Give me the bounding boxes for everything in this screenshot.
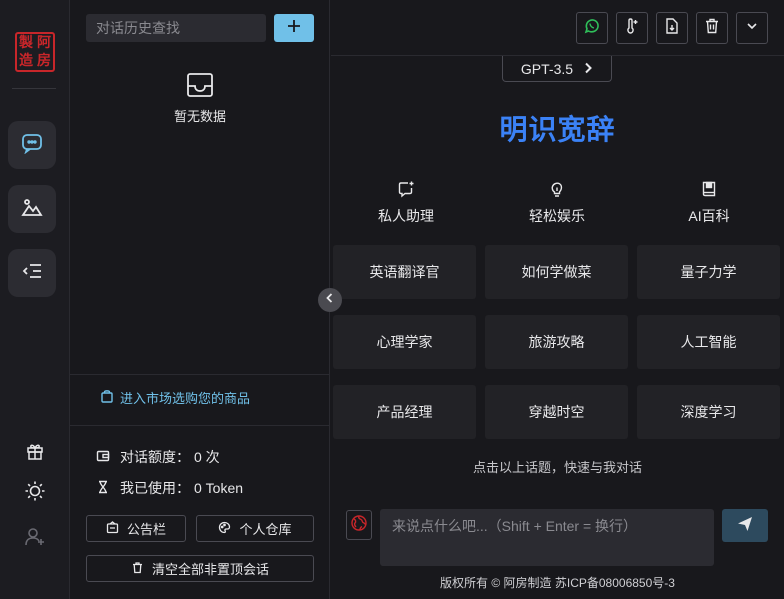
topic-card[interactable]: 英语翻译官 — [333, 245, 476, 299]
history-sidebar: 暂无数据 进入市场选购您的商品 对话额度：0 次 我已使用：0 Token — [70, 0, 330, 599]
send-button[interactable] — [722, 509, 768, 542]
category-label: AI百科 — [688, 208, 730, 224]
hourglass-icon — [96, 480, 110, 497]
clear-sessions-button[interactable]: 清空全部非置顶会话 — [86, 555, 314, 582]
nav-chat-button[interactable] — [8, 121, 56, 169]
brand-title: 明识宽辞 — [499, 114, 616, 145]
left-rail: 製 阿 造 房 — [0, 0, 70, 599]
export-button[interactable] — [656, 12, 688, 44]
usage-row: 我已使用： 0 Token — [96, 478, 243, 498]
trash-icon — [131, 561, 144, 577]
empty-text: 暂无数据 — [173, 109, 226, 124]
logo-char: 造 — [19, 53, 33, 69]
category-assistant[interactable]: 私人助理 — [331, 178, 481, 226]
divider — [70, 425, 330, 426]
used-label: 我已使用： — [120, 480, 190, 496]
chat-main: GPT-3.5 明识宽辞 私人助理 轻松娱乐 AI百科 英语翻译官 如何学做菜 … — [331, 0, 784, 599]
logo-char: 製 — [19, 35, 33, 51]
sparkle-chat-icon — [331, 178, 481, 200]
nav-image-button[interactable] — [8, 185, 56, 233]
notice-board-button[interactable]: 公告栏 — [86, 515, 186, 542]
personal-warehouse-button[interactable]: 个人仓库 — [196, 515, 314, 542]
gift-button[interactable] — [22, 440, 48, 466]
palette-icon — [218, 521, 231, 537]
topic-card[interactable]: 量子力学 — [637, 245, 780, 299]
lightbulb-icon — [482, 178, 632, 200]
category-label: 轻松娱乐 — [529, 208, 585, 224]
category-entertainment[interactable]: 轻松娱乐 — [482, 178, 632, 226]
clear-sessions-label: 清空全部非置顶会话 — [151, 562, 269, 577]
trash-icon — [703, 17, 721, 39]
plus-icon — [286, 18, 302, 38]
nav-list-button[interactable] — [8, 249, 56, 297]
temperature-button[interactable] — [616, 12, 648, 44]
quota-value: 0 次 — [194, 449, 220, 465]
market-link[interactable]: 进入市场选购您的商品 — [100, 388, 250, 407]
login-button[interactable] — [22, 526, 48, 552]
theme-toggle-button[interactable] — [22, 480, 48, 506]
history-search-input[interactable] — [86, 14, 266, 42]
whatsapp-button[interactable] — [576, 12, 608, 44]
quota-row: 对话额度： 0 次 — [96, 447, 220, 467]
chevron-right-icon — [583, 61, 593, 77]
gift-icon — [25, 441, 45, 465]
chat-input[interactable] — [380, 509, 714, 566]
market-link-label: 进入市场选购您的商品 — [120, 391, 251, 406]
chevron-left-icon — [324, 292, 336, 308]
logo-char: 房 — [37, 53, 51, 69]
sun-icon — [24, 480, 46, 506]
delete-button[interactable] — [696, 12, 728, 44]
wallet-icon — [96, 449, 110, 466]
model-selector[interactable]: GPT-3.5 — [502, 56, 612, 82]
divider — [70, 374, 330, 375]
chevron-down-icon — [745, 19, 759, 37]
more-menu-button[interactable] — [736, 12, 768, 44]
topic-card[interactable]: 旅游攻略 — [485, 315, 628, 369]
chat-bubble-icon — [21, 132, 43, 158]
globe-icon — [350, 514, 368, 536]
category-encyclopedia[interactable]: AI百科 — [634, 178, 784, 226]
file-export-icon — [663, 17, 681, 39]
send-icon — [737, 516, 753, 536]
copyright-footer: 版权所有 © 阿房制造 苏ICP备08006850号-3 — [440, 576, 675, 590]
shopping-bag-icon — [100, 389, 114, 406]
empty-state: 暂无数据 — [70, 72, 330, 125]
logo: 製 阿 造 房 — [15, 32, 55, 72]
book-icon — [634, 178, 784, 200]
topic-card[interactable]: 穿越时空 — [485, 385, 628, 439]
topic-card[interactable]: 心理学家 — [333, 315, 476, 369]
image-mountain-icon — [21, 196, 43, 222]
inbox-icon — [186, 73, 214, 102]
topic-hint: 点击以上话题，快速与我对话 — [472, 460, 642, 475]
collapse-sidebar-button[interactable] — [318, 288, 342, 312]
category-label: 私人助理 — [378, 208, 434, 224]
notice-board-label: 公告栏 — [126, 522, 166, 537]
indent-list-icon — [21, 260, 43, 286]
model-label: GPT-3.5 — [520, 60, 574, 77]
topic-card[interactable]: 人工智能 — [637, 315, 780, 369]
topic-card[interactable]: 深度学习 — [637, 385, 780, 439]
quota-label: 对话额度： — [120, 449, 190, 465]
top-toolbar — [331, 0, 784, 56]
topic-card[interactable]: 如何学做菜 — [485, 245, 628, 299]
logo-char: 阿 — [37, 35, 51, 51]
notice-icon — [106, 520, 119, 537]
user-add-icon — [24, 526, 46, 552]
whatsapp-icon — [583, 17, 601, 39]
used-value: 0 Token — [194, 480, 244, 496]
web-search-toggle[interactable] — [346, 510, 372, 540]
rail-divider — [12, 88, 56, 89]
topic-card[interactable]: 产品经理 — [333, 385, 476, 439]
new-chat-button[interactable] — [274, 14, 314, 42]
thermometer-icon — [623, 17, 641, 39]
personal-warehouse-label: 个人仓库 — [239, 522, 292, 537]
